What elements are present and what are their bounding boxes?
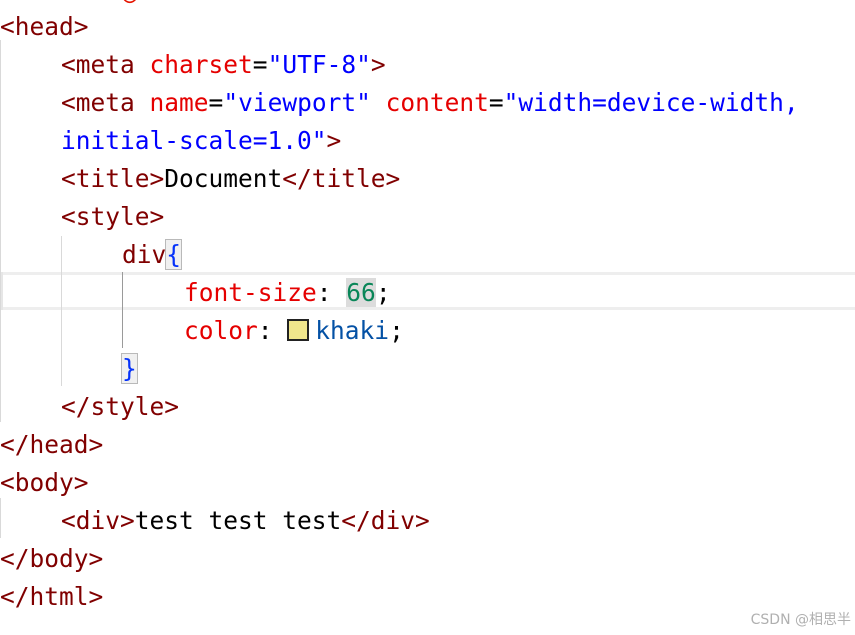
div-close-tag: </div>	[341, 506, 430, 535]
code-line-13: <div>test test test</div>	[61, 502, 430, 540]
equals: =	[252, 50, 268, 79]
scrolled-off-line-fragment: ◡	[122, 0, 158, 7]
head-close-tag: </head>	[0, 430, 104, 459]
code-line-5: <style>	[61, 198, 164, 236]
meta-open-tag: <meta	[61, 50, 135, 79]
body-close-tag: </body>	[0, 544, 104, 573]
tag-close: >	[370, 50, 386, 79]
color-swatch-icon[interactable]	[287, 319, 310, 341]
code-line-9: }	[121, 350, 138, 388]
div-open-tag: <div>	[61, 506, 135, 535]
title-text: Document	[164, 164, 283, 193]
indent-guide	[0, 498, 1, 538]
css-property-font-size: font-size	[184, 278, 317, 307]
title-close-tag: </title>	[282, 164, 401, 193]
semicolon: ;	[375, 278, 391, 307]
colon: :	[257, 316, 273, 345]
code-line-14: </body>	[0, 540, 103, 578]
code-line-2: <meta charset="UTF-8">	[61, 46, 386, 84]
html-close-tag: </html>	[0, 582, 104, 611]
code-line-3: <meta name="viewport" content="width=dev…	[61, 84, 799, 122]
code-line-3-wrap: initial-scale=1.0">	[61, 122, 341, 160]
indent-guide	[61, 236, 62, 386]
css-value-66: 66	[346, 278, 376, 307]
code-editor[interactable]: ◡ <head> <meta charset="UTF-8"> <meta na…	[0, 0, 855, 635]
div-text: test test test	[134, 506, 342, 535]
attr-value-utf8: "UTF-8"	[267, 50, 371, 79]
code-line-4: <title>Document</title>	[61, 160, 400, 198]
style-open-tag: <style>	[61, 202, 165, 231]
css-selector: div	[122, 240, 167, 269]
attr-value-content-part2: initial-scale=1.0"	[61, 126, 327, 155]
code-line-11: </head>	[0, 426, 103, 464]
semicolon: ;	[389, 316, 404, 345]
code-line-6: div{	[122, 236, 183, 274]
indent-guide	[0, 40, 1, 422]
attr-name: name	[149, 88, 209, 117]
indent-guide-active	[122, 272, 123, 348]
code-line-7: font-size: 66;	[184, 274, 391, 312]
css-property-color: color	[184, 316, 258, 345]
brace-close-match: }	[121, 353, 138, 384]
code-line-10: </style>	[61, 388, 179, 426]
brace-open-match: {	[165, 239, 183, 270]
equals: =	[488, 88, 504, 117]
tag-close: >	[326, 126, 342, 155]
current-line-highlight	[0, 272, 855, 310]
equals: =	[208, 88, 224, 117]
attr-value-content-part1: "width=device-width,	[503, 88, 799, 117]
code-line-15: </html>	[0, 578, 103, 616]
body-open-tag: <body>	[0, 468, 89, 497]
code-line-1: <head>	[0, 8, 89, 46]
code-line-8: color: khaki;	[184, 312, 404, 350]
style-close-tag: </style>	[61, 392, 180, 421]
css-value-khaki: khaki	[315, 316, 390, 345]
head-open-tag: <head>	[0, 12, 89, 41]
title-open-tag: <title>	[61, 164, 165, 193]
attr-value-viewport: "viewport"	[223, 88, 371, 117]
attr-content: content	[385, 88, 489, 117]
code-line-12: <body>	[0, 464, 89, 502]
watermark: CSDN @相思半	[750, 612, 851, 628]
attr-charset: charset	[149, 50, 253, 79]
meta-open-tag: <meta	[61, 88, 135, 117]
colon: :	[316, 278, 332, 307]
